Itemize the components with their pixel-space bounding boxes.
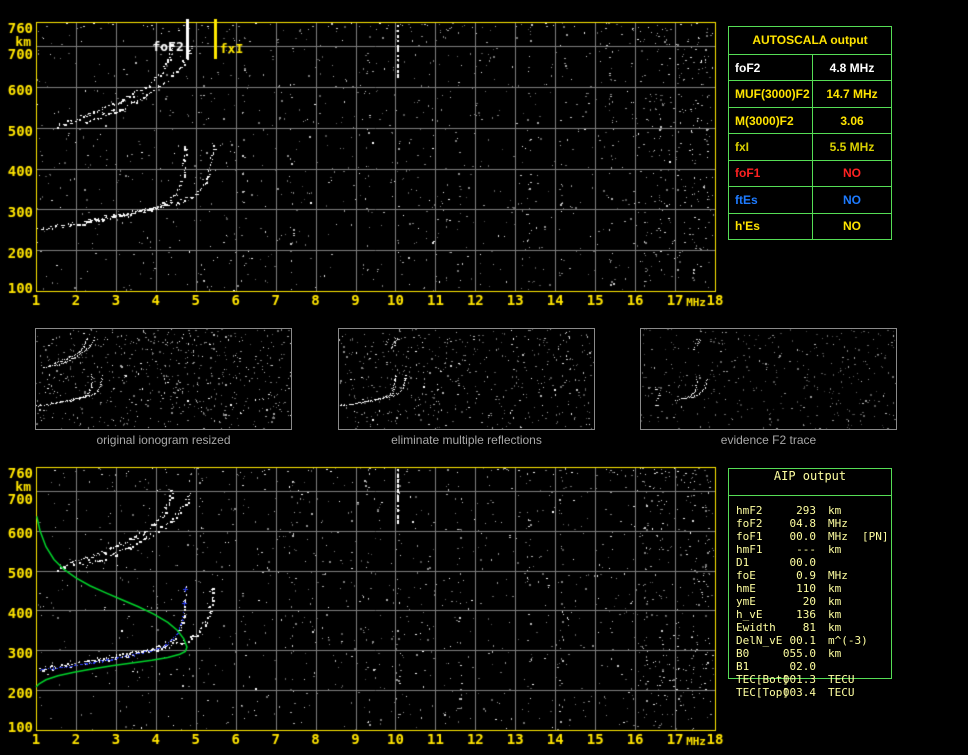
aip-unit: km [828,608,842,621]
aip-value: 04.8 [789,517,817,530]
aip-unit: km [828,582,842,595]
fof1-label: foF1 [729,160,813,187]
table-row-yme: ymE 20 km [728,595,898,608]
aip-label: ymE [736,595,756,608]
table-row-muf3000f2: MUF(3000)F2 14.7 MHz [729,81,891,108]
aip-label: foF1 [736,530,763,543]
aip-label: h_vE [736,608,763,621]
aip-value: 02.0 [789,660,817,673]
aip-value: 81 [802,621,816,634]
bottom-ionogram-chart [0,455,740,755]
aip-value: --- [796,543,816,556]
aip-unit: MHz [828,530,848,543]
aip-value: 20 [802,595,816,608]
fxi-label: fxI [729,134,813,160]
fof2-value: 4.8 MHz [829,60,875,75]
aip-value: 110 [796,582,816,595]
table-row-fof1: foF1 NO [729,160,891,188]
aip-unit: MHz [828,517,848,530]
aip-unit: km [828,595,842,608]
aip-label: B0 [736,647,750,660]
aip-unit: MHz [828,569,848,582]
thumbnail-original-ionogram [35,328,292,430]
autoscala-table-header: AUTOSCALA output [729,27,891,55]
aip-value: 003.4 [782,686,816,699]
aip-label: hmE [736,582,756,595]
ftes-value: NO [843,192,861,207]
top-ionogram-chart [0,0,740,316]
thumbnail-caption-original: original ionogram resized [96,433,231,447]
table-row-hme: hmE 110 km [728,582,898,595]
aip-unit: m^(-3) [828,634,868,647]
aip-label: foE [736,569,756,582]
muf3000f2-label: MUF(3000)F2 [729,81,813,107]
aip-value: 055.0 [782,647,816,660]
fof1-value: NO [843,166,861,181]
muf3000f2-value: 14.7 MHz [826,87,878,102]
aip-label: hmF1 [736,543,763,556]
aip-value: 001.3 [782,673,816,686]
aip-label: B1 [736,660,750,673]
aip-value: 293 [796,504,816,517]
table-row-b0: B0 055.0 km [728,647,898,660]
fof2-label: foF2 [729,55,813,81]
table-row-tecbot: TEC[Bot] 001.3 TECU [728,673,898,686]
table-row-d1: D1 00.0 [728,556,898,569]
hes-label: h'Es [729,213,813,239]
table-row-foe: foE 0.9 MHz [728,569,898,582]
table-row-fxi: fxI 5.5 MHz [729,134,891,161]
aip-output-rows: hmF2 293 km foF2 04.8 MHz foF1 00.0 MHz [PN] hm… [728,504,898,699]
thumbnail-evidence-f2-trace [640,328,897,430]
aip-unit: TECU [828,686,855,699]
ftes-label: ftEs [729,187,813,213]
aip-label: D1 [736,556,750,569]
table-row-ftes: ftEs NO [729,187,891,214]
aip-label: foF2 [736,517,763,530]
aip-unit: km [828,621,842,634]
thumbnail-caption-evidence: evidence F2 trace [720,433,817,447]
table-row-m3000f2: M(3000)F2 3.06 [729,107,891,135]
table-row-fof1-aip: foF1 00.0 MHz [PN] [728,530,898,543]
aip-unit: km [828,647,842,660]
thumbnail-caption-eliminate: eliminate multiple reflections [391,433,542,447]
m3000f2-label: M(3000)F2 [729,107,813,134]
table-row-tectop: TEC[Top] 003.4 TECU [728,686,898,699]
table-row-delnve: DelN_vE 00.1 m^(-3) [728,634,898,647]
fxi-value: 5.5 MHz [829,139,875,154]
aip-unit: km [828,504,842,517]
m3000f2-value: 3.06 [840,113,864,128]
table-row-fof2-aip: foF2 04.8 MHz [728,517,898,530]
aip-unit: TECU [828,673,855,686]
aip-value: 0.9 [796,569,816,582]
table-row-hes: h'Es NO [729,213,891,239]
autoscala-output-table: AUTOSCALA output foF2 4.8 MHz MUF(3000)F… [728,26,892,240]
table-row-hve: h_vE 136 km [728,608,898,621]
aip-table-header: AIP output [729,469,891,496]
aip-value: 136 [796,608,816,621]
aip-label: hmF2 [736,504,763,517]
table-row-b1: B1 02.0 [728,660,898,673]
aip-note: [PN] [862,530,889,543]
table-row-hmf1: hmF1 --- km [728,543,898,556]
aip-value: 00.1 [789,634,817,647]
aip-value: 00.0 [789,530,817,543]
autoscala-screen: Rome (lat: +41.8, lon: 012.5) - DATE: 20… [0,0,968,755]
thumbnail-eliminate-reflections [338,328,595,430]
aip-value: 00.0 [789,556,817,569]
table-row-hmf2: hmF2 293 km [728,504,898,517]
hes-value: NO [843,219,861,234]
table-row-fof2: foF2 4.8 MHz [729,55,891,82]
table-row-ewidth: Ewidth 81 km [728,621,898,634]
aip-unit: km [828,543,842,556]
